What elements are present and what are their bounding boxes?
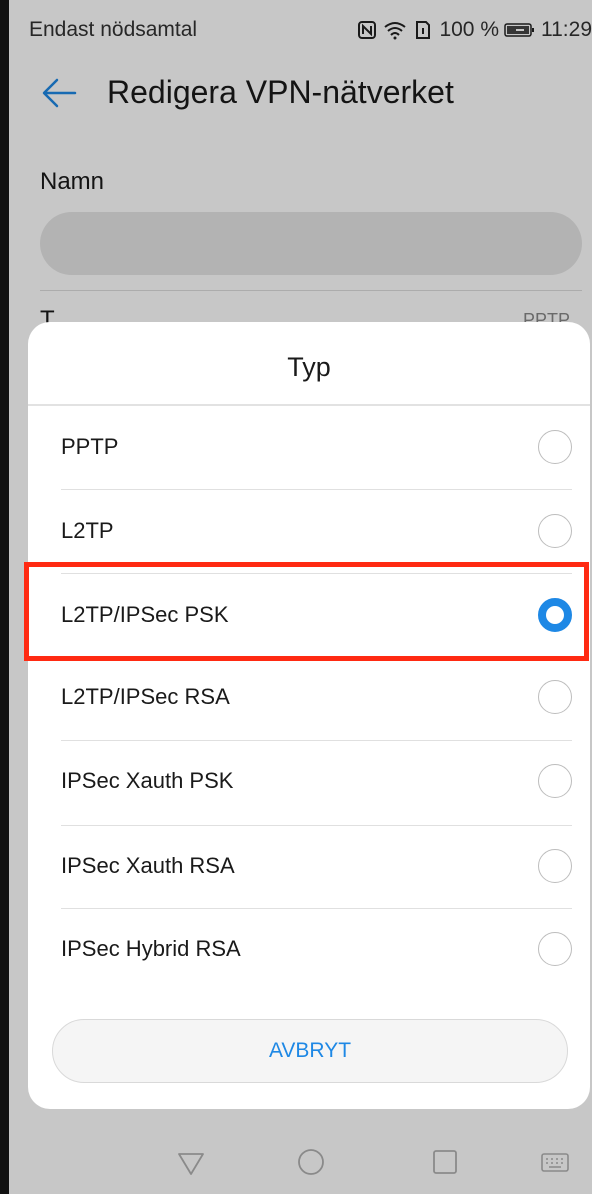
option-label: PPTP (61, 434, 119, 459)
radio-button[interactable] (538, 849, 572, 883)
navigation-bar (9, 1130, 592, 1194)
option-label: IPSec Hybrid RSA (61, 936, 241, 961)
home-circle-icon[interactable] (295, 1146, 327, 1178)
dialog-title: Typ (287, 352, 331, 382)
recents-square-icon[interactable] (429, 1146, 461, 1178)
option-label: L2TP/IPSec RSA (61, 684, 230, 709)
option-l2tp[interactable]: L2TP (28, 490, 590, 572)
highlight-annotation (24, 562, 589, 661)
keyboard-icon[interactable] (539, 1146, 571, 1178)
radio-button[interactable] (538, 430, 572, 464)
device-frame-edge (0, 0, 9, 1194)
cancel-button[interactable]: AVBRYT (52, 1019, 568, 1083)
option-ipsec-xauth-rsa[interactable]: IPSec Xauth RSA (28, 825, 590, 907)
option-ipsec-hybrid-rsa[interactable]: IPSec Hybrid RSA (28, 908, 590, 990)
radio-button[interactable] (538, 764, 572, 798)
option-label: IPSec Xauth RSA (61, 853, 235, 878)
back-triangle-icon[interactable] (175, 1146, 207, 1178)
option-l2tp-ipsec-rsa[interactable]: L2TP/IPSec RSA (28, 656, 590, 738)
option-label: IPSec Xauth PSK (61, 768, 234, 793)
option-label: L2TP (61, 518, 114, 543)
option-pptp[interactable]: PPTP (28, 406, 590, 488)
option-ipsec-xauth-psk[interactable]: IPSec Xauth PSK (28, 740, 590, 822)
radio-button[interactable] (538, 680, 572, 714)
radio-button[interactable] (538, 514, 572, 548)
radio-button[interactable] (538, 932, 572, 966)
type-dialog: Typ PPTP L2TP L2TP/IPSec PSK L2TP/IPSec … (28, 322, 590, 1109)
